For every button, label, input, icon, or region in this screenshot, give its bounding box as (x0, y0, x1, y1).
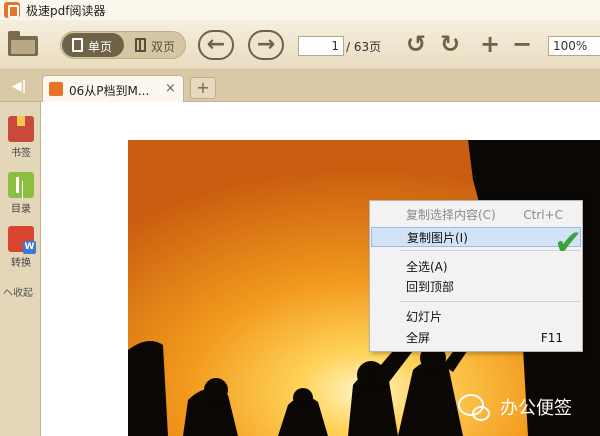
convert-icon (8, 226, 36, 254)
rotate-right-button[interactable]: ↻ (440, 31, 460, 57)
rotate-left-icon: ↺ (406, 30, 427, 58)
arrow-right-icon: → (256, 32, 276, 57)
single-page-icon (72, 38, 83, 52)
collapse-left-icon: ◀| (11, 79, 27, 94)
watermark-text: 办公便签 (500, 398, 572, 419)
previous-page-button[interactable]: ← (198, 30, 234, 60)
collapse-sidebar-button[interactable]: ◀| (6, 77, 32, 97)
menu-separator (400, 301, 580, 302)
single-page-label: 单页 (88, 40, 113, 54)
next-page-button[interactable]: → (248, 30, 284, 60)
zoom-out-button[interactable]: − (512, 31, 532, 57)
title-bar: 极速pdf阅读器 (0, 0, 600, 20)
app-title: 极速pdf阅读器 (26, 4, 106, 18)
rotate-left-button[interactable]: ↺ (406, 31, 426, 57)
sidebar-fold-button[interactable]: ヘ收起 (3, 284, 33, 299)
sidebar-item-label: 书签 (11, 148, 31, 159)
folder-icon (8, 31, 38, 56)
menu-item-shortcut: Ctrl+C (523, 208, 563, 222)
view-mode-switch: 单页 双页 (60, 31, 186, 59)
sidebar: 书签 目录 转换 ヘ收起 (0, 102, 41, 436)
sidebar-item-toc[interactable]: 目录 (3, 172, 39, 215)
tab-bar: ◀| 06从P档到M... × + (0, 70, 600, 102)
bookmark-icon (8, 116, 34, 142)
zoom-level-input[interactable]: 100% (548, 36, 600, 56)
context-menu: 复制选择内容(C) Ctrl+C 复制图片(I) 全选(A) 回到顶部 幻灯片 … (369, 200, 583, 352)
menu-item-copy-selection[interactable]: 复制选择内容(C) Ctrl+C (371, 205, 581, 225)
tab-label: 06从P档到M... (69, 84, 150, 98)
menu-item-shortcut: F11 (540, 331, 563, 345)
menu-item-label: 回到顶部 (406, 280, 455, 294)
single-page-button[interactable]: 单页 (62, 33, 124, 57)
sidebar-item-convert[interactable]: 转换 (3, 226, 39, 269)
menu-item-copy-image[interactable]: 复制图片(I) (371, 227, 581, 247)
toc-icon (8, 172, 34, 198)
zoom-in-button[interactable]: + (480, 31, 500, 57)
double-page-button[interactable]: 双页 (125, 33, 185, 57)
new-tab-button[interactable]: + (190, 77, 216, 99)
sidebar-item-bookmarks[interactable]: 书签 (3, 116, 39, 159)
menu-item-select-all[interactable]: 全选(A) (371, 257, 581, 277)
menu-item-label: 幻灯片 (406, 310, 443, 324)
sidebar-item-label: 目录 (11, 204, 31, 215)
arrow-left-icon: ← (206, 32, 226, 57)
pdf-file-icon (49, 82, 63, 96)
double-page-label: 双页 (151, 40, 176, 54)
page-number-input[interactable]: 1 (298, 36, 344, 56)
app-logo-icon (4, 2, 20, 18)
menu-item-label: 复制选择内容(C) (406, 208, 496, 222)
menu-item-label: 全屏 (406, 331, 431, 345)
page-total: / 63页 (346, 40, 382, 54)
menu-item-label: 复制图片(I) (407, 231, 468, 245)
open-file-button[interactable] (6, 30, 40, 58)
menu-item-slideshow[interactable]: 幻灯片 (371, 307, 581, 327)
menu-item-back-to-top[interactable]: 回到顶部 (371, 277, 581, 297)
rotate-right-icon: ↻ (440, 30, 461, 58)
menu-item-label: 全选(A) (406, 260, 448, 274)
double-page-icon (135, 38, 146, 52)
plus-icon: + (480, 30, 501, 58)
menu-separator (400, 250, 580, 251)
wechat-icon (458, 394, 490, 421)
tab-document[interactable]: 06从P档到M... × (42, 75, 184, 102)
menu-item-fullscreen[interactable]: 全屏 F11 (371, 328, 581, 348)
close-tab-button[interactable]: × (165, 81, 176, 96)
toolbar: 单页 双页 ← → 1 / 63页 ↺ ↻ + − 100% (0, 20, 600, 70)
minus-icon: − (512, 30, 533, 58)
check-mark-icon: ✔ (554, 223, 583, 263)
sidebar-item-label: 转换 (11, 258, 31, 269)
